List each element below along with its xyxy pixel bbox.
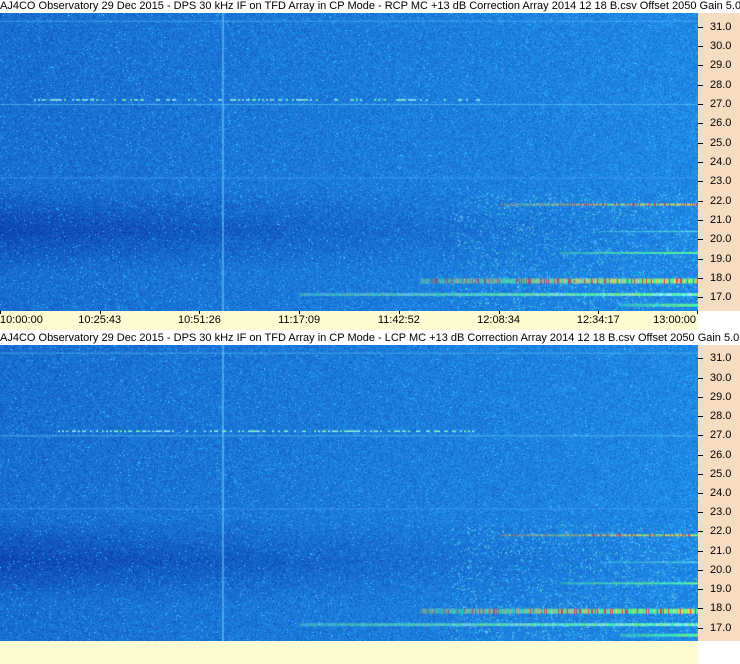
y-tick-mark: [698, 435, 703, 437]
y-tick-mark: [698, 200, 703, 202]
lcp-time-axis-strip: [0, 641, 698, 664]
y-tick-mark: [698, 512, 703, 514]
y-tick-label: 21.0: [710, 214, 732, 227]
y-tick-mark: [698, 162, 703, 163]
y-tick-label: 30.0: [710, 371, 732, 384]
y-tick-mark: [698, 258, 703, 260]
y-tick-label: 26.0: [710, 448, 732, 461]
y-tick-mark: [698, 358, 703, 360]
y-tick-label: 17.0: [710, 291, 732, 304]
y-tick-mark: [698, 589, 703, 591]
rcp-title: AJ4CO Observatory 29 Dec 2015 - DPS 30 k…: [0, 0, 740, 13]
y-tick-mark: [698, 26, 703, 28]
x-tick-label: 10:00:00: [0, 314, 43, 326]
time-axis: 10:00:00 10:25:43 10:51:26 11:17:09 11:42:52…: [0, 311, 698, 330]
x-tick-label: 11:42:52: [377, 314, 420, 326]
y-tick-mark: [698, 454, 703, 456]
y-tick-mark: [698, 396, 703, 398]
y-tick-label: 29.0: [710, 390, 732, 403]
y-tick-mark: [698, 278, 703, 280]
y-tick-mark: [698, 493, 703, 494]
y-tick-mark: [698, 473, 703, 475]
y-tick-mark: [698, 297, 703, 299]
axis-corner: [698, 311, 740, 330]
y-tick-label: 24.0: [710, 156, 732, 168]
axis-corner-bottom: [698, 641, 740, 664]
y-tick-label: 23.0: [710, 175, 732, 188]
y-tick-mark: [698, 569, 703, 571]
y-tick-label: 30.0: [710, 39, 732, 52]
x-tick-label: 10:51:26: [178, 314, 221, 326]
y-tick-mark: [698, 220, 703, 222]
y-tick-mark: [698, 65, 703, 67]
x-tick-label: 13:00:00: [653, 314, 696, 326]
lcp-title: AJ4CO Observatory 29 Dec 2015 - DPS 30 k…: [0, 332, 740, 345]
y-tick-label: 31.0: [710, 20, 732, 33]
y-tick-mark: [698, 103, 703, 105]
y-tick-mark: [698, 84, 703, 86]
y-tick-label: 28.0: [710, 78, 732, 91]
y-tick-label: 20.0: [710, 233, 732, 246]
y-tick-mark: [698, 45, 703, 47]
y-tick-mark: [698, 416, 703, 418]
y-tick-label: 26.0: [710, 117, 732, 130]
x-tick-label: 12:34:17: [576, 314, 620, 326]
rcp-frequency-axis: 31.0 30.0 29.0 28.0 27.0 26.0 25.0 24.0 23.0 22.0…: [698, 13, 740, 311]
y-tick-label: 18.0: [710, 272, 732, 285]
x-tick-label: 11:17:09: [278, 314, 321, 326]
x-tick-label: 10:25:43: [78, 314, 122, 326]
y-tick-mark: [698, 123, 703, 125]
rcp-spectrogram: [0, 13, 698, 311]
y-tick-mark: [698, 142, 703, 144]
y-tick-label: 22.0: [710, 194, 732, 207]
lcp-spectrogram-image: [0, 345, 698, 641]
lcp-frequency-axis: 31.0 30.0 29.0 28.0 27.0 26.0 25.0 24.0 23.0 22.0…: [698, 345, 740, 641]
y-tick-mark: [698, 239, 703, 241]
y-tick-mark: [698, 181, 703, 183]
y-tick-mark: [698, 531, 703, 533]
rcp-spectrogram-image: [0, 13, 698, 311]
y-tick-label: 27.0: [710, 429, 732, 442]
y-tick-label: 25.0: [710, 136, 732, 149]
y-tick-label: 21.0: [710, 544, 732, 557]
y-tick-mark: [698, 627, 703, 629]
x-tick-label: 12:08:34: [477, 314, 520, 326]
y-tick-mark: [698, 377, 703, 379]
y-tick-label: 20.0: [710, 563, 732, 576]
y-tick-label: 28.0: [710, 410, 732, 423]
y-tick-label: 19.0: [710, 583, 732, 596]
y-tick-label: 31.0: [710, 352, 732, 365]
y-tick-label: 19.0: [710, 252, 732, 265]
y-tick-label: 24.0: [710, 487, 732, 499]
lcp-spectrogram: [0, 345, 698, 641]
y-tick-label: 25.0: [710, 467, 732, 480]
y-tick-label: 22.0: [710, 525, 732, 538]
y-tick-label: 27.0: [710, 97, 732, 110]
y-tick-mark: [698, 550, 703, 552]
y-tick-label: 18.0: [710, 602, 732, 615]
y-tick-label: 29.0: [710, 59, 732, 72]
y-tick-label: 23.0: [710, 506, 732, 519]
y-tick-mark: [698, 608, 703, 610]
y-tick-label: 17.0: [710, 621, 732, 634]
